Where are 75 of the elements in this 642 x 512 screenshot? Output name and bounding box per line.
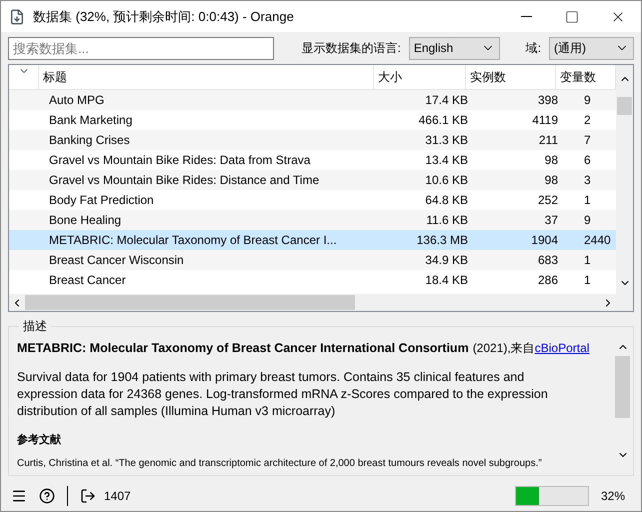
column-header[interactable]: 标题: [39, 65, 374, 89]
table-row[interactable]: Banking Crises 31.3 KB 211 7: [9, 130, 616, 150]
table-cell-text: 211: [538, 132, 559, 149]
column-header[interactable]: 实例数: [466, 65, 556, 89]
table-cell-text: 1: [583, 252, 592, 269]
table-cell-text: 466.1 KB: [418, 112, 469, 129]
table-cell-text: Gravel vs Mountain Bike Rides: Data from Strava: [48, 152, 312, 169]
table-cell-text: 7: [583, 132, 592, 149]
table-cell-text: 31.3 KB: [424, 132, 469, 149]
progress-reading: 32%: [600, 488, 625, 505]
table-cell-text: 398: [536, 92, 559, 109]
table-row[interactable]: Auto MPG 17.4 KB 398 9: [9, 90, 616, 110]
table-cell-text: Bank Marketing: [48, 112, 134, 129]
table-cell-text: 18.4 KB: [424, 272, 469, 289]
scroll-thumb[interactable]: [25, 295, 355, 310]
output-icon[interactable]: [80, 488, 96, 504]
dataset-title: METABRIC: Molecular Taxonomy of Breast Cancer International Consortium: [17, 340, 469, 357]
table-cell-text: 6: [583, 152, 592, 169]
table-cell-text: Banking Crises: [48, 132, 131, 149]
table-cell-text: 2: [583, 112, 592, 129]
vertical-scrollbar[interactable]: [616, 65, 633, 311]
reference-text: Curtis, Christina et al. “The genomic and transcriptomic architecture of 2,000 breast tumours reveals novel subgroups.”: [17, 457, 543, 472]
table-cell-text: 98: [544, 172, 559, 189]
language-dropdown[interactable]: English: [408, 36, 500, 60]
table-row[interactable]: METABRIC: Molecular Taxonomy of Breast Cancer I... 136.3 MB 1904 2440: [9, 230, 616, 250]
table-cell-text: 4119: [531, 112, 559, 129]
table-cell-text: Bone Healing: [48, 212, 122, 229]
table-cell-text: 1: [583, 272, 592, 289]
minimize-icon: [520, 16, 532, 17]
table-cell-text: METABRIC: Molecular Taxonomy of Breast Cancer I...: [48, 232, 338, 249]
table-row[interactable]: Bone Healing 11.6 KB 37 9: [9, 210, 616, 230]
table-cell-text: 1904: [530, 232, 559, 249]
domain-label: 域:: [526, 40, 542, 57]
scroll-thumb[interactable]: [617, 97, 632, 115]
references-heading: 参考文献: [17, 432, 62, 448]
app-icon: [9, 8, 25, 24]
table-cell-text: Breast Cancer Wisconsin: [48, 252, 185, 269]
horizontal-scrollbar[interactable]: [9, 294, 616, 311]
table-cell-text: 34.9 KB: [424, 252, 469, 269]
dataset-description: Survival data for 1904 patients with primary breast tumors. Contains 35 clinical features and expression data for 24368 genes. Log-transformed mRNA z-Scores compared to the expression distribution of all samples (Illumina Human v3 microarray): [17, 368, 549, 420]
table-cell-text: 10.6 KB: [424, 172, 469, 189]
table-cell-text: Gravel vs Mountain Bike Rides: Distance and Time: [48, 172, 320, 189]
table-cell-text: 9: [583, 92, 592, 109]
table-cell-text: Body Fat Prediction: [48, 192, 155, 209]
table-row[interactable]: Breast Cancer Wisconsin 34.9 KB 683 1: [9, 250, 616, 270]
table-cell-text: 2440: [583, 232, 612, 249]
table-cell-text: 252: [536, 192, 559, 209]
table-cell-text: Auto MPG: [48, 92, 106, 109]
table-cell-text: 136.3 MB: [416, 232, 469, 249]
menu-icon[interactable]: [11, 488, 27, 504]
maximize-icon: [565, 10, 579, 24]
language-label: 显示数据集的语言:: [301, 40, 401, 57]
domain-dropdown[interactable]: (通用): [549, 36, 634, 60]
table-cell-text: 64.8 KB: [424, 192, 469, 209]
table-cell-text: 11.6 KB: [425, 212, 469, 229]
table-cell-text: 1: [583, 192, 592, 209]
column-header[interactable]: 大小: [374, 65, 466, 89]
table-cell-text: 286: [536, 272, 559, 289]
table-cell-text: 37: [544, 212, 559, 229]
table-cell-text: 98: [544, 152, 559, 169]
table-cell-text: 3: [583, 172, 592, 189]
output-count: 1407: [104, 488, 131, 505]
table-cell-text: 13.4 KB: [424, 152, 469, 169]
scroll-thumb[interactable]: [615, 356, 630, 418]
table-cell-text: 9: [583, 212, 592, 229]
group-title: 描述: [19, 317, 51, 335]
search-field[interactable]: 搜索数据集...: [8, 36, 274, 60]
table-row[interactable]: Gravel vs Mountain Bike Rides: Distance and Time 10.6 KB 98 3: [9, 170, 616, 190]
source-link[interactable]: cBioPortal: [534, 339, 590, 357]
help-icon[interactable]: [39, 488, 55, 504]
dataset-source: (2021),来自: [472, 340, 535, 357]
table-cell-text: 17.4 KB: [424, 92, 469, 109]
table-cell-text: 683: [536, 252, 559, 269]
table-cell-text: Breast Cancer: [48, 272, 127, 289]
window-title: 数据集 (32%, 预计剩余时间: 0:0:43) - Orange: [33, 8, 294, 26]
